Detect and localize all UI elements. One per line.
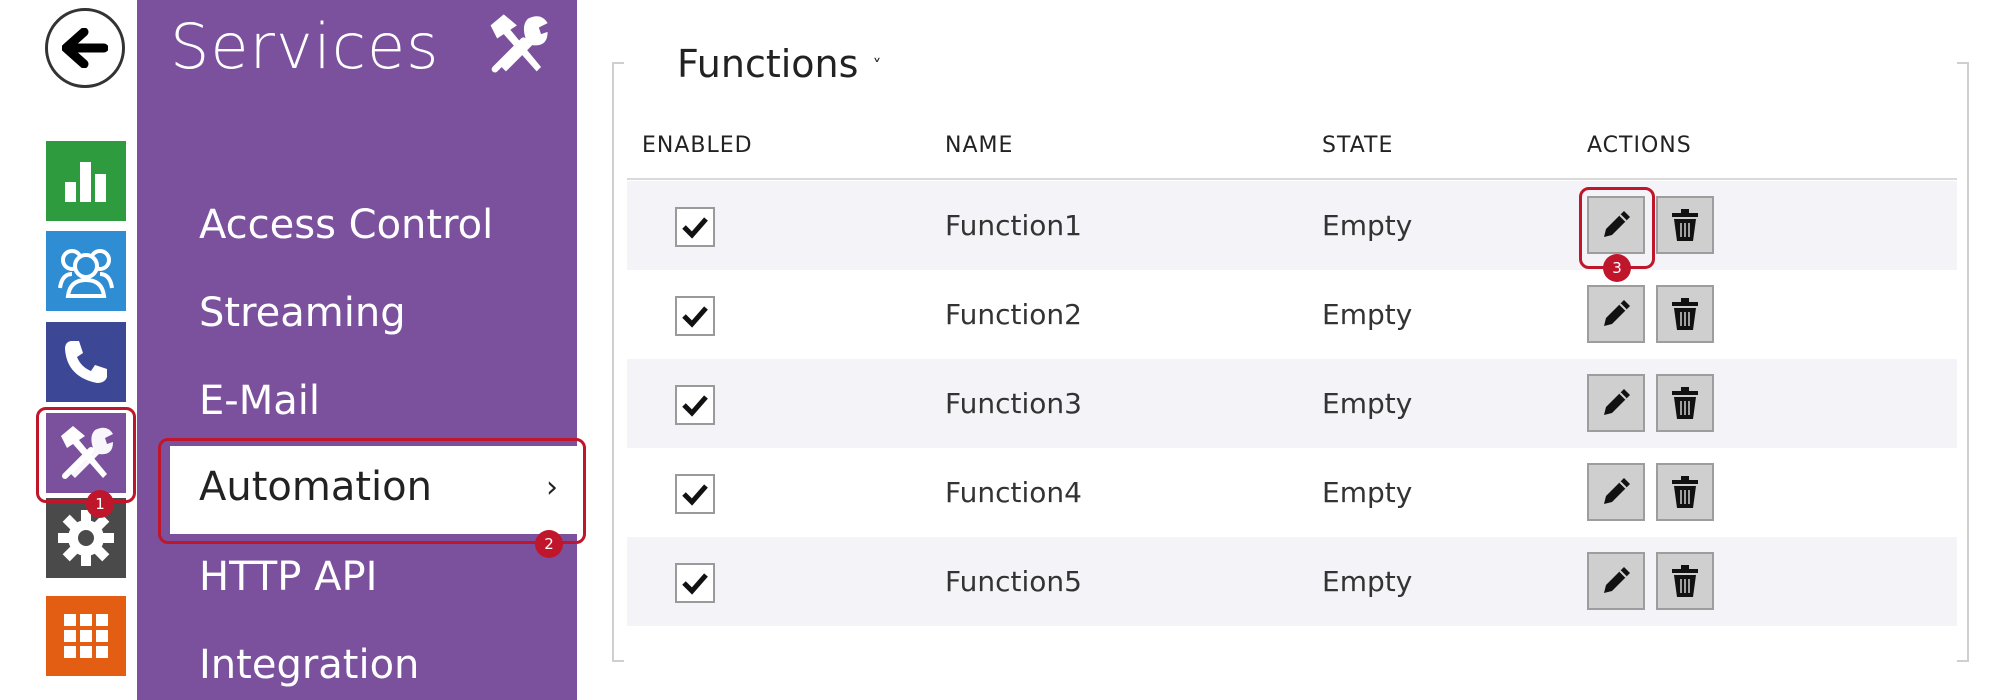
table-row: Function2 Empty	[627, 270, 1957, 359]
pencil-icon	[1604, 567, 1630, 593]
edit-button[interactable]	[1587, 285, 1645, 343]
trash-icon	[1672, 565, 1698, 597]
table-row: Function1 Empty	[627, 181, 1957, 270]
trash-icon	[1672, 476, 1698, 508]
delete-button[interactable]	[1656, 374, 1714, 432]
highlight-automation	[158, 438, 586, 544]
menu-item-streaming[interactable]: Streaming	[199, 290, 406, 336]
function-state: Empty	[1322, 476, 1413, 509]
enabled-checkbox[interactable]	[675, 296, 715, 336]
chevron-down-icon: ˅	[872, 55, 882, 77]
col-header-enabled: ENABLED	[642, 133, 753, 158]
enabled-checkbox[interactable]	[675, 385, 715, 425]
checkmark-icon	[682, 573, 708, 595]
rail-item-hardware[interactable]	[46, 498, 126, 578]
checkmark-icon	[682, 484, 708, 506]
annotation-badge-2: 2	[535, 530, 563, 558]
tools-icon	[490, 14, 548, 73]
checkmark-icon	[682, 306, 708, 328]
panel-title: Services	[170, 10, 440, 83]
panel-tools-icon	[480, 10, 556, 82]
rail-item-apps[interactable]	[46, 596, 126, 676]
function-state: Empty	[1322, 387, 1413, 420]
trash-icon	[1672, 209, 1698, 241]
function-name: Function3	[945, 387, 1082, 420]
header-divider	[627, 178, 1957, 180]
rail-item-phone[interactable]	[46, 322, 126, 402]
main-content: Functions ˅ ENABLED NAME STATE ACTIONS F…	[577, 0, 2000, 700]
trash-icon	[1672, 298, 1698, 330]
arrow-left-icon	[62, 28, 108, 68]
functions-dropdown[interactable]: Functions ˅	[677, 42, 881, 86]
rail-item-directory[interactable]	[46, 231, 126, 311]
table-row: Function5 Empty	[627, 537, 1957, 626]
delete-button[interactable]	[1656, 552, 1714, 610]
enabled-checkbox[interactable]	[675, 563, 715, 603]
function-name: Function4	[945, 476, 1082, 509]
rail-item-status[interactable]	[46, 141, 126, 221]
section-title: Functions	[677, 42, 859, 86]
col-header-name: NAME	[945, 133, 1014, 158]
menu-item-email[interactable]: E-Mail	[199, 378, 320, 424]
function-state: Empty	[1322, 209, 1413, 242]
function-name: Function2	[945, 298, 1082, 331]
table-row: Function3 Empty	[627, 359, 1957, 448]
pencil-icon	[1604, 300, 1630, 326]
enabled-checkbox[interactable]	[675, 474, 715, 514]
pencil-icon	[1604, 389, 1630, 415]
table-row: Function4 Empty	[627, 448, 1957, 537]
checkmark-icon	[682, 217, 708, 239]
trash-icon	[1672, 387, 1698, 419]
checkmark-icon	[682, 395, 708, 417]
delete-button[interactable]	[1656, 196, 1714, 254]
frame-bracket-right	[1957, 62, 1969, 662]
edit-button[interactable]	[1587, 552, 1645, 610]
gear-icon	[58, 510, 114, 566]
enabled-checkbox[interactable]	[675, 207, 715, 247]
annotation-badge-3: 3	[1603, 254, 1631, 282]
edit-button[interactable]	[1587, 374, 1645, 432]
menu-item-http-api[interactable]: HTTP API	[199, 554, 377, 600]
menu-item-access-control[interactable]: Access Control	[199, 202, 493, 248]
phone-icon	[65, 341, 107, 383]
function-name: Function5	[945, 565, 1082, 598]
menu-item-integration[interactable]: Integration	[199, 642, 419, 688]
edit-button[interactable]	[1587, 463, 1645, 521]
delete-button[interactable]	[1656, 463, 1714, 521]
grid-icon	[64, 614, 108, 658]
annotation-badge-1: 1	[86, 490, 114, 518]
col-header-state: STATE	[1322, 133, 1394, 158]
users-icon	[58, 249, 114, 298]
back-button[interactable]	[45, 8, 125, 88]
highlight-services	[36, 407, 136, 503]
icon-rail: 1	[0, 0, 137, 700]
function-name: Function1	[945, 209, 1082, 242]
col-header-actions: ACTIONS	[1587, 133, 1692, 158]
services-panel: Services Access Control Streaming E-Mail…	[137, 0, 586, 700]
function-state: Empty	[1322, 565, 1413, 598]
bar-chart-icon	[65, 162, 106, 202]
frame-bracket-left	[612, 62, 624, 662]
function-state: Empty	[1322, 298, 1413, 331]
delete-button[interactable]	[1656, 285, 1714, 343]
pencil-icon	[1604, 478, 1630, 504]
